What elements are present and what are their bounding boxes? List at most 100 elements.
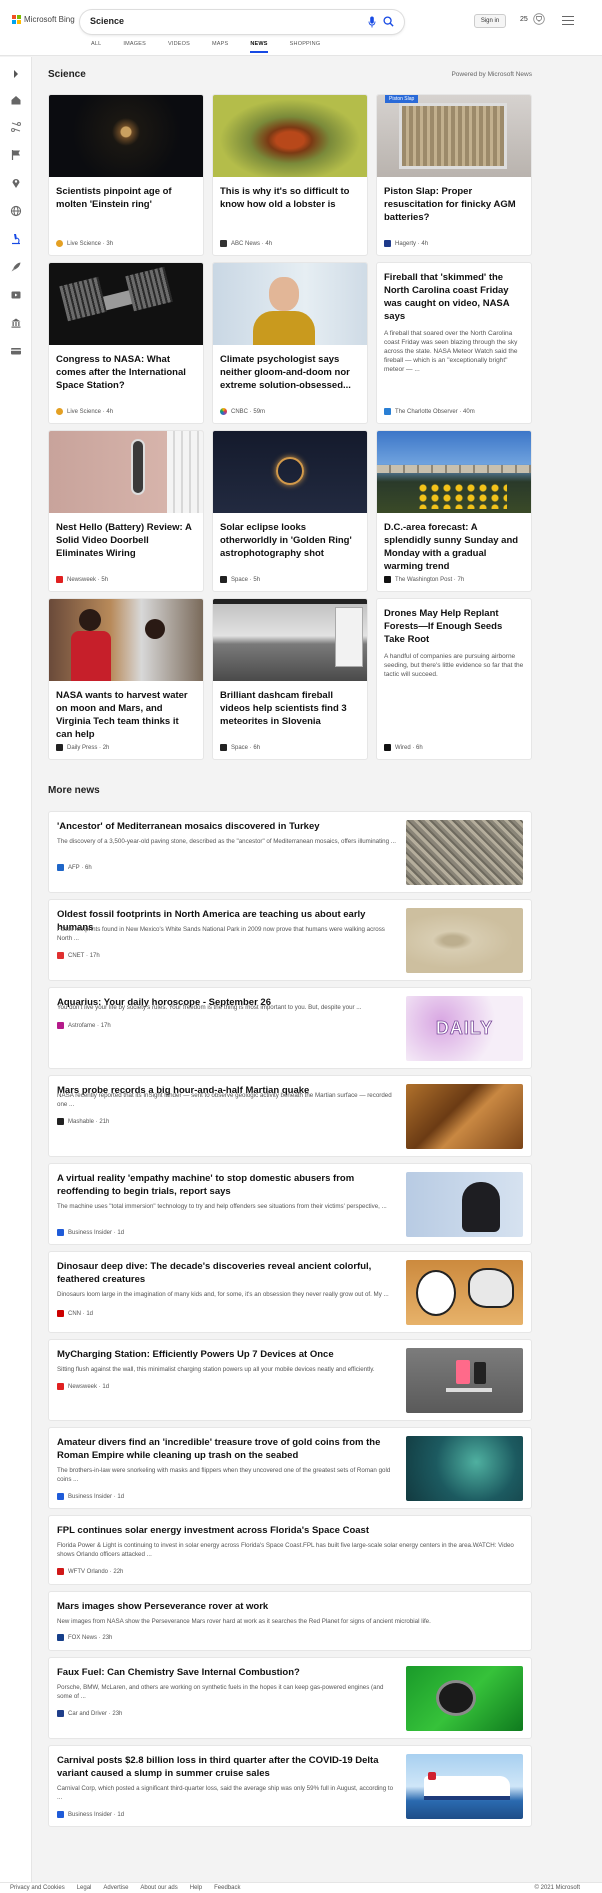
card-image-label: Piston Slap (385, 95, 419, 103)
rocket-icon[interactable] (10, 261, 22, 273)
news-title[interactable]: Dinosaur deep dive: The decade's discove… (57, 1260, 397, 1286)
news-card[interactable]: Nest Hello (Battery) Review: A Solid Vid… (48, 430, 204, 592)
card-title[interactable]: Fireball that 'skimmed' the North Caroli… (377, 263, 531, 323)
bank-icon[interactable] (10, 317, 22, 329)
tab-maps[interactable]: MAPS (212, 41, 228, 53)
card-icon[interactable] (10, 345, 22, 357)
footer-link-legal[interactable]: Legal (77, 1885, 92, 1891)
news-list-item[interactable]: Mars probe records a big hour-and-a-half… (48, 1075, 532, 1157)
menu-icon[interactable] (562, 16, 574, 26)
footer-link-feedback[interactable]: Feedback (214, 1885, 240, 1891)
news-card[interactable]: Congress to NASA: What comes after the I… (48, 262, 204, 424)
news-title[interactable]: Mars images show Perseverance rover at w… (57, 1600, 517, 1613)
news-card[interactable]: Climate psychologist says neither gloom-… (212, 262, 368, 424)
card-source: Live Science · 3h (56, 240, 113, 247)
card-image (213, 431, 367, 513)
news-card[interactable]: Solar eclipse looks otherworldly in 'Gol… (212, 430, 368, 592)
footer-link-privacy[interactable]: Privacy and Cookies (10, 1885, 65, 1891)
card-title[interactable]: Piston Slap: Proper resuscitation for fi… (377, 177, 531, 224)
card-title[interactable]: Congress to NASA: What comes after the I… (49, 345, 203, 392)
tab-news[interactable]: NEWS (250, 41, 268, 53)
news-thumbnail[interactable] (406, 1436, 523, 1501)
news-thumbnail[interactable] (406, 1260, 523, 1325)
news-card[interactable]: Brilliant dashcam fireball videos help s… (212, 598, 368, 760)
news-list-item[interactable]: Oldest fossil footprints in North Americ… (48, 899, 532, 981)
footer-link-help[interactable]: Help (190, 1885, 202, 1891)
source-logo-icon (57, 1811, 64, 1818)
news-thumbnail[interactable] (406, 1754, 523, 1819)
news-source: Newsweek · 1d (57, 1383, 109, 1390)
location-icon[interactable] (10, 177, 22, 189)
media-icon[interactable] (10, 289, 22, 301)
source-logo-icon (57, 1310, 64, 1317)
news-list-item[interactable]: Faux Fuel: Can Chemistry Save Internal C… (48, 1657, 532, 1739)
powered-by-label[interactable]: Powered by Microsoft News (451, 71, 532, 78)
news-thumbnail[interactable] (406, 1666, 523, 1731)
news-card[interactable]: Piston Slap Piston Slap: Proper resuscit… (376, 94, 532, 256)
news-card[interactable]: D.C.-area forecast: A splendidly sunny S… (376, 430, 532, 592)
card-image (213, 263, 367, 345)
card-title[interactable]: Brilliant dashcam fireball videos help s… (213, 681, 367, 728)
tab-images[interactable]: IMAGES (123, 41, 146, 53)
news-thumbnail[interactable] (406, 1172, 523, 1237)
bing-logo[interactable]: Microsoft Bing (12, 15, 75, 24)
card-title[interactable]: Nest Hello (Battery) Review: A Solid Vid… (49, 513, 203, 560)
news-thumbnail[interactable] (406, 1348, 523, 1413)
microscope-icon[interactable] (10, 233, 22, 245)
card-title[interactable]: Drones May Help Replant Forests—If Enoug… (377, 599, 531, 646)
news-list-item[interactable]: Mars images show Perseverance rover at w… (48, 1591, 532, 1651)
rewards-trophy-icon[interactable] (533, 13, 545, 25)
tab-shopping[interactable]: SHOPPING (290, 41, 321, 53)
home-icon[interactable] (10, 94, 22, 106)
globe-icon[interactable] (10, 205, 22, 217)
card-title[interactable]: This is why it's so difficult to know ho… (213, 177, 367, 211)
search-icon[interactable] (383, 16, 394, 27)
tab-videos[interactable]: VIDEOS (168, 41, 190, 53)
scissors-icon[interactable] (10, 121, 22, 133)
rewards-points[interactable]: 25 (520, 16, 528, 23)
news-list-item[interactable]: MyCharging Station: Efficiently Powers U… (48, 1339, 532, 1421)
chevron-right-icon[interactable] (10, 68, 22, 80)
news-thumbnail[interactable] (406, 820, 523, 885)
news-title[interactable]: Amateur divers find an 'incredible' trea… (57, 1436, 397, 1462)
news-thumbnail[interactable]: DAILY (406, 996, 523, 1061)
sign-in-button[interactable]: Sign in (474, 14, 506, 28)
news-thumbnail[interactable] (406, 1084, 523, 1149)
card-source: The Charlotte Observer · 40m (384, 408, 475, 415)
source-logo-icon (57, 1383, 64, 1390)
card-title[interactable]: NASA wants to harvest water on moon and … (49, 681, 203, 741)
search-box[interactable]: Science (80, 10, 404, 34)
source-logo-icon (384, 576, 391, 583)
news-card[interactable]: Fireball that 'skimmed' the North Caroli… (376, 262, 532, 424)
news-list-item[interactable]: FPL continues solar energy investment ac… (48, 1515, 532, 1585)
microphone-icon[interactable] (368, 16, 376, 28)
news-list-item[interactable]: Carnival posts $2.8 billion loss in thir… (48, 1745, 532, 1827)
news-card[interactable]: Scientists pinpoint age of molten 'Einst… (48, 94, 204, 256)
news-title[interactable]: 'Ancestor' of Mediterranean mosaics disc… (57, 820, 397, 833)
flag-icon[interactable] (10, 149, 22, 161)
news-list-item[interactable]: 'Ancestor' of Mediterranean mosaics disc… (48, 811, 532, 893)
card-title[interactable]: Scientists pinpoint age of molten 'Einst… (49, 177, 203, 211)
news-card[interactable]: This is why it's so difficult to know ho… (212, 94, 368, 256)
tab-all[interactable]: ALL (91, 41, 101, 53)
card-title[interactable]: D.C.-area forecast: A splendidly sunny S… (377, 513, 531, 573)
category-sidebar (0, 57, 32, 1893)
news-title[interactable]: Carnival posts $2.8 billion loss in thir… (57, 1754, 397, 1780)
news-list-item[interactable]: Dinosaur deep dive: The decade's discove… (48, 1251, 532, 1333)
source-logo-icon (384, 408, 391, 415)
card-title[interactable]: Climate psychologist says neither gloom-… (213, 345, 367, 392)
news-list-item[interactable]: Amateur divers find an 'incredible' trea… (48, 1427, 532, 1509)
news-thumbnail[interactable] (406, 908, 523, 973)
news-list-item[interactable]: A virtual reality 'empathy machine' to s… (48, 1163, 532, 1245)
card-title[interactable]: Solar eclipse looks otherworldly in 'Gol… (213, 513, 367, 560)
news-title[interactable]: FPL continues solar energy investment ac… (57, 1524, 517, 1537)
search-input[interactable]: Science (90, 16, 124, 26)
footer-link-about-ads[interactable]: About our ads (140, 1885, 177, 1891)
footer-link-advertise[interactable]: Advertise (103, 1885, 128, 1891)
news-card[interactable]: Drones May Help Replant Forests—If Enoug… (376, 598, 532, 760)
news-card[interactable]: NASA wants to harvest water on moon and … (48, 598, 204, 760)
news-list-item[interactable]: Aquarius: Your daily horoscope - Septemb… (48, 987, 532, 1069)
news-title[interactable]: MyCharging Station: Efficiently Powers U… (57, 1348, 397, 1361)
news-title[interactable]: A virtual reality 'empathy machine' to s… (57, 1172, 397, 1198)
news-title[interactable]: Faux Fuel: Can Chemistry Save Internal C… (57, 1666, 397, 1679)
